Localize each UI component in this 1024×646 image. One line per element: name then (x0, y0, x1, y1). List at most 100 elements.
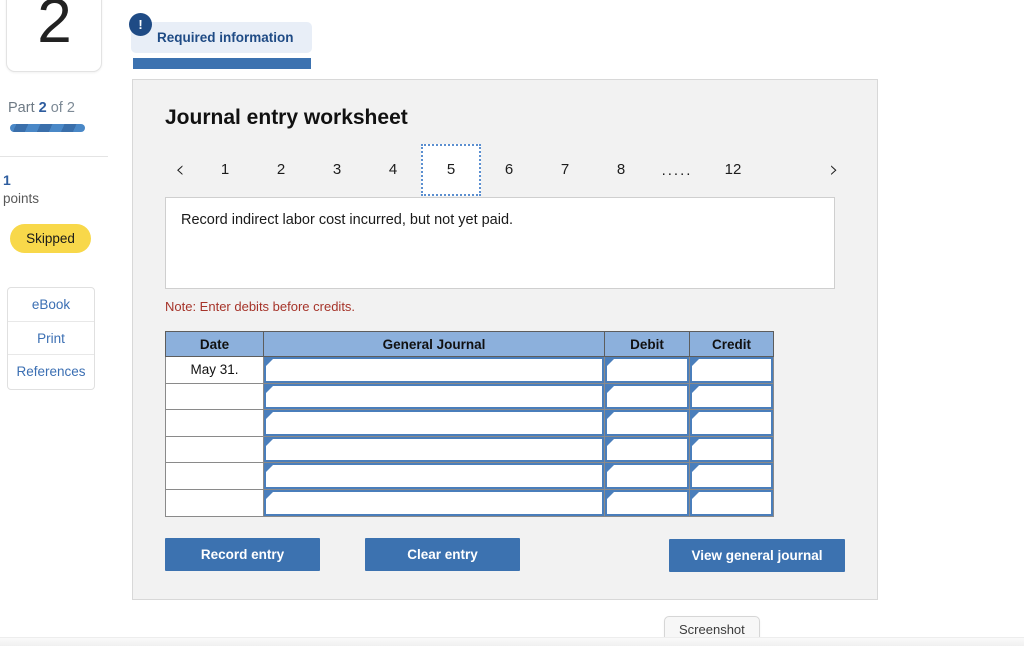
record-entry-button[interactable]: Record entry (165, 538, 320, 571)
account-select-2[interactable] (264, 383, 604, 410)
cell-debit-1[interactable] (604, 356, 690, 384)
part-progress-bar (10, 124, 85, 132)
part-prefix: Part (8, 100, 39, 116)
cell-credit-4[interactable] (689, 435, 774, 464)
page-ellipsis: ..... (661, 161, 693, 179)
credit-input-4[interactable] (690, 436, 773, 463)
debit-input-3[interactable] (605, 410, 689, 436)
clear-entry-button[interactable]: Clear entry (365, 538, 520, 571)
cell-credit-1[interactable] (689, 356, 774, 384)
cell-date-6[interactable] (165, 488, 264, 517)
question-number: 2 (37, 0, 71, 56)
credit-input-1[interactable] (690, 357, 773, 383)
page-tab-4[interactable]: 4 (365, 144, 421, 196)
page-tab-8[interactable]: 8 (593, 144, 649, 196)
question-sidebar: 2 Part 2 of 2 1 points Skipped eBook Pri… (0, 0, 110, 646)
required-information-pill: ! Required information (129, 13, 312, 53)
bottom-edge-strip (0, 637, 1024, 646)
status-badge: Skipped (10, 224, 91, 253)
cell-debit-3[interactable] (604, 409, 690, 437)
chevron-left-icon[interactable]: ‹ (163, 158, 197, 182)
cell-debit-5[interactable] (604, 462, 690, 490)
credit-input-3[interactable] (690, 410, 773, 436)
sidebar-divider (0, 156, 108, 157)
cell-credit-5[interactable] (689, 462, 774, 490)
page-tab-5-active[interactable]: 5 (421, 144, 481, 196)
resource-tools: eBook Print References (7, 287, 95, 390)
credit-input-5[interactable] (690, 463, 773, 489)
debit-input-5[interactable] (605, 463, 689, 489)
table-row: May 31. (165, 356, 774, 384)
cell-debit-4[interactable] (604, 435, 690, 464)
required-information-label: Required information (157, 30, 294, 45)
cell-general-journal-6[interactable] (263, 488, 605, 517)
debit-input-6[interactable] (605, 489, 689, 516)
cell-debit-2[interactable] (604, 382, 690, 411)
debits-before-credits-note: Note: Enter debits before credits. (165, 299, 356, 314)
clear-entry-label: Clear entry (407, 547, 478, 562)
debit-input-2[interactable] (605, 383, 689, 410)
view-general-journal-button[interactable]: View general journal (669, 539, 845, 572)
account-select-5[interactable] (264, 463, 604, 489)
print-label: Print (37, 330, 65, 346)
table-row (165, 435, 774, 464)
cell-general-journal-4[interactable] (263, 435, 605, 464)
debit-input-1[interactable] (605, 357, 689, 383)
account-select-3[interactable] (264, 410, 604, 436)
part-indicator: Part 2 of 2 (8, 100, 75, 116)
sidebar-item-references[interactable]: References (8, 355, 94, 389)
worksheet-pagination: ‹ 1 2 3 4 5 6 7 8 ..... 12 › (163, 144, 851, 196)
account-select-6[interactable] (264, 489, 604, 516)
view-general-journal-label: View general journal (691, 548, 823, 563)
table-row (165, 409, 774, 437)
exclamation-icon: ! (129, 13, 152, 36)
cell-general-journal-2[interactable] (263, 382, 605, 411)
cell-general-journal-1[interactable] (263, 356, 605, 384)
page-tab-12[interactable]: 12 (705, 144, 761, 196)
table-row (165, 382, 774, 411)
cell-general-journal-3[interactable] (263, 409, 605, 437)
column-header-date: Date (165, 331, 264, 357)
question-prompt-text: Record indirect labor cost incurred, but… (181, 212, 514, 228)
cell-debit-6[interactable] (604, 488, 690, 517)
table-row (165, 462, 774, 490)
column-header-credit: Credit (689, 331, 774, 357)
ebook-label: eBook (31, 297, 71, 312)
page-tab-6[interactable]: 6 (481, 144, 537, 196)
references-label: References (16, 364, 86, 379)
sidebar-item-ebook[interactable]: eBook (8, 288, 94, 322)
journal-entry-table: Date General Journal Debit Credit May 31… (165, 331, 774, 517)
part-current: 2 (38, 100, 47, 116)
page-tab-3[interactable]: 3 (309, 144, 365, 196)
chevron-right-icon[interactable]: › (817, 158, 851, 182)
page-tab-1[interactable]: 1 (197, 144, 253, 196)
question-number-card: 2 (6, 0, 102, 72)
journal-header-row: Date General Journal Debit Credit (165, 331, 774, 357)
question-prompt-box: Record indirect labor cost incurred, but… (165, 197, 835, 289)
column-header-general-journal: General Journal (263, 331, 605, 357)
cell-date-4[interactable] (165, 435, 264, 464)
cell-date-3[interactable] (165, 409, 264, 437)
table-row (165, 488, 774, 517)
part-total: of 2 (46, 100, 75, 116)
page-tab-7[interactable]: 7 (537, 144, 593, 196)
page-tab-2[interactable]: 2 (253, 144, 309, 196)
status-badge-label: Skipped (26, 231, 75, 246)
cell-credit-3[interactable] (689, 409, 774, 437)
account-select-1[interactable] (264, 357, 604, 383)
cell-general-journal-5[interactable] (263, 462, 605, 490)
tab-accent-bar (133, 58, 311, 69)
sidebar-item-print[interactable]: Print (8, 322, 94, 355)
cell-credit-6[interactable] (689, 488, 774, 517)
journal-table-body: May 31. (165, 356, 774, 517)
journal-entry-panel: Journal entry worksheet ‹ 1 2 3 4 5 6 7 … (132, 79, 878, 600)
cell-date-5[interactable] (165, 462, 264, 490)
account-select-4[interactable] (264, 436, 604, 463)
cell-date-1[interactable]: May 31. (165, 356, 264, 384)
cell-credit-2[interactable] (689, 382, 774, 411)
credit-input-2[interactable] (690, 383, 773, 410)
points-value: 1 (3, 172, 11, 188)
credit-input-6[interactable] (690, 489, 773, 516)
cell-date-2[interactable] (165, 382, 264, 411)
debit-input-4[interactable] (605, 436, 689, 463)
